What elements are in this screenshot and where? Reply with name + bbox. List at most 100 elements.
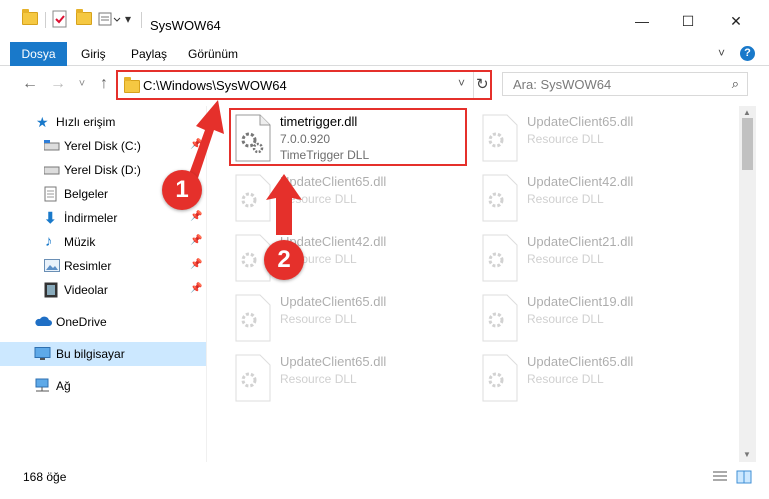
tiles-view-icon[interactable] [736, 470, 752, 484]
drive-icon [43, 164, 60, 180]
file-highlight-box [229, 108, 467, 166]
sidebar-item-onedrive[interactable]: OneDrive [0, 310, 206, 334]
sidebar-item-label: Yerel Disk (D:) [64, 163, 141, 177]
pin-icon: 📌 [190, 235, 203, 246]
file-name: UpdateClient65.dll [527, 354, 634, 369]
folder-icon [124, 77, 140, 93]
sidebar-item-label: Videolar [64, 283, 108, 297]
file-tile[interactable]: UpdateClient42.dll Resource DLL [479, 172, 719, 228]
file-description: Resource DLL [527, 372, 604, 386]
file-tile[interactable]: UpdateClient65.dll Resource DLL [232, 292, 472, 348]
file-tile[interactable]: UpdateClient65.dll Resource DLL [479, 112, 719, 168]
quick-access-folder-icon[interactable] [22, 9, 38, 25]
sidebar-item-pictures[interactable]: Resimler 📌 [0, 254, 206, 278]
file-tile[interactable]: UpdateClient21.dll Resource DLL [479, 232, 719, 288]
sidebar-item-downloads[interactable]: ⬇ İndirmeler 📌 [0, 206, 206, 230]
ribbon-collapse-icon[interactable]: ˅ [718, 46, 725, 60]
tab-home[interactable]: Giriş [81, 42, 106, 66]
refresh-icon[interactable]: ↻ [476, 75, 489, 93]
up-button[interactable]: ↑ [94, 74, 114, 94]
address-dropdown-icon[interactable]: ˅ [458, 76, 465, 90]
maximize-button[interactable]: ☐ [665, 0, 711, 42]
file-name: UpdateClient65.dll [280, 174, 387, 189]
sidebar-item-label: Hızlı erişim [56, 115, 116, 129]
customize-toolbar-icon[interactable] [98, 11, 122, 27]
dll-file-icon [481, 174, 519, 222]
sidebar-item-label: İndirmeler [64, 211, 118, 225]
address-bar[interactable]: C:\Windows\SysWOW64 ˅ ↻ [116, 70, 492, 100]
forward-button[interactable]: → [48, 74, 68, 94]
step-1-badge: 1 [162, 170, 202, 210]
file-name: UpdateClient65.dll [280, 354, 387, 369]
dll-file-icon [234, 354, 272, 402]
tab-share[interactable]: Paylaş [131, 42, 167, 66]
details-view-icon[interactable] [712, 470, 728, 484]
tab-view[interactable]: Görünüm [188, 42, 238, 66]
sidebar-item-network[interactable]: Ağ [0, 374, 206, 398]
title-bar: ▾ SysWOW64 — ☐ ✕ [0, 0, 769, 42]
item-count: 168 öğe [23, 470, 67, 484]
scroll-up-icon[interactable]: ▲ [743, 108, 751, 117]
file-description: Resource DLL [527, 192, 604, 206]
search-input[interactable]: Ara: SysWOW64 ⌕ [502, 72, 748, 96]
pin-icon: 📌 [190, 139, 203, 150]
close-button[interactable]: ✕ [713, 0, 759, 42]
sidebar-item-local-disk-c[interactable]: Yerel Disk (C:) 📌 [0, 134, 206, 158]
download-icon: ⬇ [44, 210, 57, 227]
sidebar-item-label: Resimler [64, 259, 112, 273]
cloud-icon [34, 315, 52, 331]
music-icon: ♪ [45, 233, 53, 250]
dll-file-icon [481, 354, 519, 402]
sidebar-item-label: Müzik [64, 235, 96, 249]
properties-icon[interactable] [52, 10, 68, 28]
file-tile[interactable]: UpdateClient65.dll Resource DLL [479, 352, 719, 408]
address-path[interactable]: C:\Windows\SysWOW64 [143, 78, 287, 93]
file-name: UpdateClient42.dll [527, 174, 634, 189]
file-name: UpdateClient65.dll [527, 114, 634, 129]
file-description: Resource DLL [280, 312, 357, 326]
divider [473, 72, 474, 98]
ribbon-tabs: Dosya Giriş Paylaş Görünüm ˅ [0, 42, 769, 66]
scroll-thumb[interactable] [742, 118, 753, 170]
help-icon[interactable]: ? [740, 46, 755, 61]
file-description: Resource DLL [527, 252, 604, 266]
pin-icon: 📌 [190, 283, 203, 294]
recent-locations-button[interactable]: ˅ [72, 74, 92, 94]
sidebar-item-label: OneDrive [56, 315, 107, 329]
pin-icon: 📌 [190, 259, 203, 270]
video-icon [44, 282, 60, 298]
file-tile[interactable]: UpdateClient19.dll Resource DLL [479, 292, 719, 348]
network-icon [34, 378, 50, 394]
sidebar-item-music[interactable]: ♪ Müzik 📌 [0, 230, 206, 254]
sidebar-item-label: Belgeler [64, 187, 109, 201]
file-tile[interactable]: UpdateClient65.dll Resource DLL [232, 172, 472, 228]
file-name: UpdateClient19.dll [527, 294, 634, 309]
dll-file-icon [481, 114, 519, 162]
new-folder-icon[interactable] [76, 9, 92, 25]
sidebar-item-this-pc[interactable]: Bu bilgisayar [0, 342, 206, 366]
status-bar: 168 öğe [0, 462, 769, 499]
file-description: Resource DLL [280, 372, 357, 386]
tab-file[interactable]: Dosya [10, 42, 67, 66]
vertical-scrollbar[interactable]: ▲ ▼ [739, 106, 756, 462]
scroll-down-icon[interactable]: ▼ [743, 450, 751, 459]
qat-dropdown-icon[interactable]: ▾ [125, 12, 135, 28]
divider [141, 12, 142, 28]
file-name: UpdateClient21.dll [527, 234, 634, 249]
file-description: Resource DLL [527, 132, 604, 146]
search-placeholder: Ara: SysWOW64 [513, 77, 612, 92]
file-tile[interactable]: UpdateClient65.dll Resource DLL [232, 352, 472, 408]
sidebar-item-quick-access[interactable]: ★ Hızlı erişim [0, 110, 206, 134]
pin-icon: 📌 [190, 211, 203, 222]
back-button[interactable]: ← [20, 74, 40, 94]
file-description: Resource DLL [527, 312, 604, 326]
drive-icon [43, 140, 60, 156]
divider [45, 12, 46, 28]
search-icon: ⌕ [731, 76, 739, 91]
minimize-button[interactable]: — [619, 0, 665, 42]
pictures-icon [44, 259, 60, 275]
star-icon: ★ [36, 114, 49, 130]
sidebar-item-videos[interactable]: Videolar 📌 [0, 278, 206, 302]
dll-file-icon [481, 294, 519, 342]
step-2-badge: 2 [264, 240, 304, 280]
